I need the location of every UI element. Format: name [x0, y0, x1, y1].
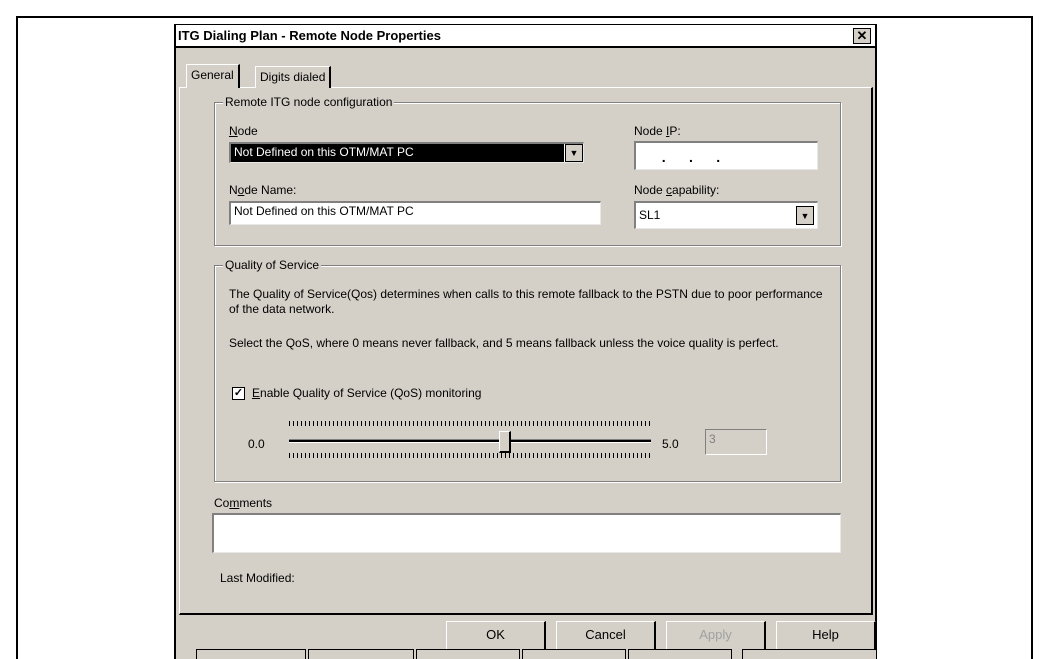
title-bar: ITG Dialing Plan - Remote Node Propertie… — [176, 25, 875, 48]
node-name-label: Node Name: — [229, 183, 297, 197]
comments-field[interactable] — [212, 513, 841, 553]
remote-node-groupbox: Remote ITG node configuration Node Not D… — [214, 95, 841, 246]
apply-button[interactable]: Apply — [666, 621, 766, 651]
taskbar-item — [522, 649, 626, 659]
general-tab-panel: Remote ITG node configuration Node Not D… — [179, 87, 873, 615]
checkmark-icon: ✓ — [233, 387, 244, 399]
remote-node-group-label: Remote ITG node configuration — [223, 95, 395, 109]
remote-node-properties-dialog: ITG Dialing Plan - Remote Node Propertie… — [174, 24, 877, 659]
node-combobox[interactable]: Not Defined on this OTM/MAT PC ▼ — [229, 142, 584, 163]
node-ip-field[interactable]: . . . — [634, 141, 818, 170]
qos-groupbox: Quality of Service The Quality of Servic… — [214, 258, 841, 482]
taskbar-item — [628, 649, 732, 659]
taskbar-item — [196, 649, 306, 659]
qos-group-label: Quality of Service — [223, 258, 322, 272]
close-icon: ✕ — [856, 28, 868, 43]
help-button[interactable]: Help — [776, 621, 876, 651]
qos-description-1: The Quality of Service(Qos) determines w… — [229, 287, 823, 316]
qos-description-2: Select the QoS, where 0 means never fall… — [229, 336, 779, 350]
last-modified-label: Last Modified: — [220, 571, 295, 585]
enable-qos-checkbox[interactable]: ✓ — [232, 387, 245, 400]
taskbar-item — [308, 649, 414, 659]
node-capability-combobox[interactable]: SL1 ▼ — [634, 201, 818, 229]
qos-value-field: 3 — [705, 429, 767, 455]
tab-digits-dialed[interactable]: Digits dialed — [255, 66, 332, 88]
enable-qos-label[interactable]: Enable Quality of Service (QoS) monitori… — [252, 386, 481, 400]
taskbar-item — [416, 649, 520, 659]
qos-slider[interactable] — [289, 419, 651, 459]
chevron-down-icon[interactable]: ▼ — [796, 206, 814, 225]
cancel-button[interactable]: Cancel — [556, 621, 656, 651]
node-combobox-value: Not Defined on this OTM/MAT PC — [231, 144, 564, 162]
node-name-field[interactable]: Not Defined on this OTM/MAT PC — [229, 201, 601, 225]
comments-label: Comments — [214, 496, 273, 510]
dialog-title: ITG Dialing Plan - Remote Node Propertie… — [178, 28, 441, 43]
slider-min-label: 0.0 — [248, 437, 265, 451]
chevron-down-icon[interactable]: ▼ — [565, 144, 583, 162]
tab-general[interactable]: General — [186, 64, 240, 88]
slider-track — [289, 439, 651, 443]
node-label: Node — [229, 124, 258, 138]
slider-ticks-top — [289, 421, 651, 426]
slider-ticks-bottom — [289, 453, 651, 458]
ok-button[interactable]: OK — [446, 621, 546, 651]
node-capability-label: Node capability: — [634, 183, 720, 197]
slider-thumb[interactable] — [499, 431, 511, 453]
slider-max-label: 5.0 — [662, 437, 679, 451]
node-capability-value: SL1 — [639, 208, 661, 222]
node-ip-label: Node IP: — [634, 124, 681, 138]
taskbar-item — [742, 649, 877, 659]
close-button[interactable]: ✕ — [853, 28, 871, 44]
